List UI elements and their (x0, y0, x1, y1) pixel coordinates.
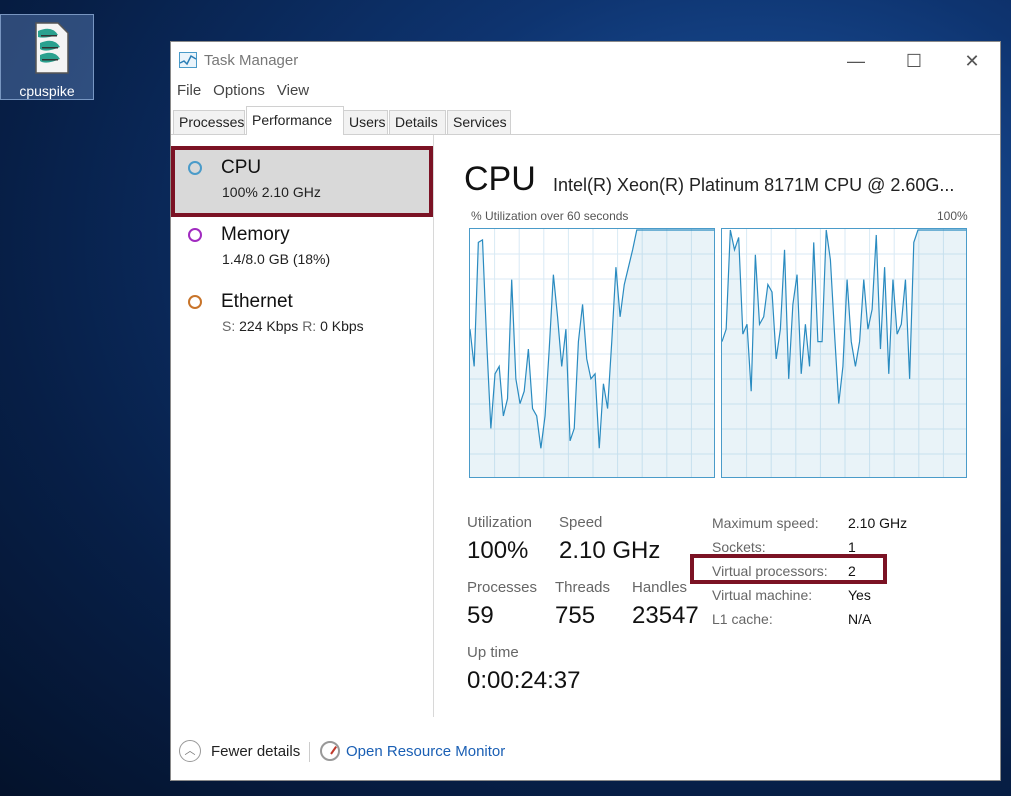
resource-item-memory[interactable]: Memory 1.4/8.0 GB (18%) (171, 214, 433, 282)
sockets-value: 1 (848, 539, 856, 555)
footer: ︿ Fewer details Open Resource Monitor (171, 732, 1000, 772)
l1-cache-label: L1 cache: (712, 611, 773, 627)
resource-item-ethernet[interactable]: Ethernet S: 224 Kbps R: 0 Kbps (171, 281, 433, 349)
minimize-button[interactable]: — (827, 42, 885, 80)
highlight-cpu (171, 146, 433, 217)
fewer-details-link[interactable]: Fewer details (211, 743, 300, 760)
resource-detail: S: 224 Kbps R: 0 Kbps (222, 318, 364, 334)
script-file-icon (35, 22, 69, 74)
virtual-machine-label: Virtual machine: (712, 587, 813, 603)
close-button[interactable]: ✕ (943, 42, 1001, 80)
processes-label: Processes (467, 579, 538, 596)
desktop-icon-cpuspike[interactable]: cpuspike (0, 14, 94, 100)
cpu-graph-1-svg (722, 229, 966, 477)
resource-monitor-icon[interactable] (320, 741, 340, 761)
menu-options[interactable]: Options (207, 80, 271, 104)
uptime-label: Up time (467, 644, 519, 661)
highlight-virtual-processors (690, 554, 887, 584)
sockets-label: Sockets: (712, 539, 766, 555)
tab-performance[interactable]: Performance (246, 106, 344, 135)
tab-processes[interactable]: Processes (173, 110, 245, 134)
menu-bar: File Options View (171, 80, 315, 104)
handles-value: 23547 (632, 602, 699, 629)
tab-strip: Processes Performance Users Details Serv… (171, 106, 1000, 135)
cpu-model: Intel(R) Xeon(R) Platinum 8171M CPU @ 2.… (553, 175, 955, 195)
resource-name: Ethernet (221, 291, 293, 312)
resource-name: Memory (221, 224, 290, 245)
l1-cache-value: N/A (848, 611, 872, 627)
utilization-value: 100% (467, 537, 529, 564)
ethernet-status-icon (188, 295, 202, 309)
speed-label: Speed (559, 514, 603, 531)
tab-services[interactable]: Services (447, 110, 511, 134)
speed-value: 2.10 GHz (559, 537, 661, 564)
threads-label: Threads (555, 579, 611, 596)
tab-details[interactable]: Details (389, 110, 446, 134)
resource-detail: 1.4/8.0 GB (18%) (222, 251, 331, 267)
uptime-value: 0:00:24:37 (467, 667, 581, 694)
virtual-machine-value: Yes (848, 587, 871, 603)
cpu-graph-0 (469, 228, 715, 478)
maximize-icon: ☐ (905, 50, 923, 71)
graph-label: % Utilization over 60 seconds (471, 209, 629, 223)
close-icon: ✕ (964, 50, 980, 71)
processes-value: 59 (467, 602, 494, 629)
menu-view[interactable]: View (271, 80, 315, 104)
graph-max: 100% (937, 209, 968, 223)
cpu-graph-0-svg (470, 229, 714, 477)
handles-label: Handles (632, 579, 688, 596)
task-manager-window: Task Manager — ☐ ✕ File Options View Pro… (170, 41, 1001, 781)
desktop-icon-label: cpuspike (19, 83, 75, 99)
footer-divider (309, 742, 310, 762)
task-manager-icon (179, 52, 197, 68)
menu-file[interactable]: File (171, 80, 207, 104)
max-speed-label: Maximum speed: (712, 515, 819, 531)
open-resource-monitor-link[interactable]: Open Resource Monitor (346, 743, 505, 760)
maximize-button[interactable]: ☐ (885, 42, 943, 80)
resource-list: CPU 100% 2.10 GHz Memory 1.4/8.0 GB (18%… (171, 135, 434, 717)
chevron-up-icon[interactable]: ︿ (179, 740, 201, 762)
utilization-label: Utilization (467, 514, 533, 531)
window-title: Task Manager (204, 52, 299, 69)
page-title: CPU (464, 160, 536, 198)
minimize-icon: — (847, 50, 865, 71)
cpu-graph-1 (721, 228, 967, 478)
memory-status-icon (188, 228, 202, 242)
title-bar[interactable]: Task Manager — ☐ ✕ (171, 42, 1000, 80)
max-speed-value: 2.10 GHz (848, 515, 908, 531)
threads-value: 755 (555, 602, 596, 629)
tab-users[interactable]: Users (343, 110, 388, 134)
